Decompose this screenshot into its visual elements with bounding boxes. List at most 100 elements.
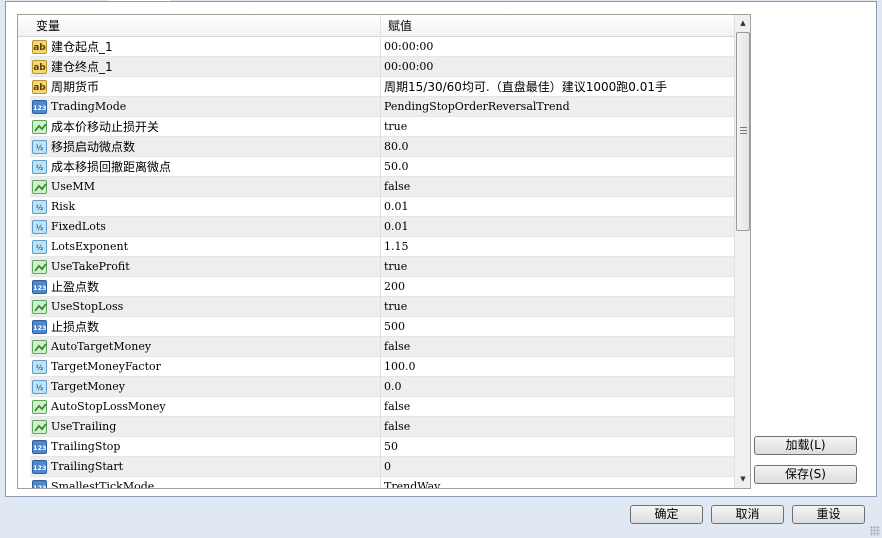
value-cell[interactable]: 00:00:00 [382, 57, 734, 77]
variable-name: 止损点数 [51, 320, 100, 334]
value-cell[interactable]: 0.01 [382, 217, 734, 237]
table-row[interactable]: AutoStopLossMoney false [30, 397, 734, 417]
variable-name: 建仓终点_1 [51, 60, 113, 74]
column-header-variable[interactable]: 变量 [30, 15, 381, 37]
table-row[interactable]: UseTrailing false [30, 417, 734, 437]
value-cell[interactable]: false [382, 177, 734, 197]
variable-cell: ½ 成本移损回撤距离微点 [30, 157, 381, 177]
variable-name: TrailingStop [51, 440, 121, 453]
table-row[interactable]: 成本价移动止损开关 true [30, 117, 734, 137]
variable-cell: ½ TargetMoneyFactor [30, 357, 381, 377]
variable-cell: ½ LotsExponent [30, 237, 381, 257]
integer-type-icon: 123 [32, 320, 47, 334]
variable-cell: ab 周期货币 [30, 77, 381, 97]
variable-name: UseTrailing [51, 420, 117, 433]
variable-name: FixedLots [51, 220, 106, 233]
boolean-type-icon [32, 400, 47, 414]
variable-name: UseMM [51, 180, 95, 193]
variable-name: 成本价移动止损开关 [51, 120, 160, 134]
variable-cell: ½ FixedLots [30, 217, 381, 237]
value-cell[interactable]: false [382, 417, 734, 437]
value-cell[interactable]: 周期15/30/60均可.（直盘最佳）建议1000跑0.01手 [382, 77, 734, 97]
value-cell[interactable]: 1.15 [382, 237, 734, 257]
table-row[interactable]: ½ FixedLots 0.01 [30, 217, 734, 237]
table-row[interactable]: ½ 成本移损回撤距离微点 50.0 [30, 157, 734, 177]
value-cell[interactable]: 500 [382, 317, 734, 337]
table-row[interactable]: 123 止损点数 500 [30, 317, 734, 337]
variable-name: SmallestTickMode [51, 480, 155, 489]
boolean-type-icon [32, 180, 47, 194]
boolean-type-icon [32, 300, 47, 314]
value-cell[interactable]: 100.0 [382, 357, 734, 377]
boolean-type-icon [32, 120, 47, 134]
table-row[interactable]: ½ LotsExponent 1.15 [30, 237, 734, 257]
value-cell[interactable]: 0.0 [382, 377, 734, 397]
table-row[interactable]: ½ 移损启动微点数 80.0 [30, 137, 734, 157]
table-row[interactable]: 123 TradingMode PendingStopOrderReversalTr… [30, 97, 734, 117]
reset-button[interactable]: 重设 [792, 505, 865, 524]
scrollbar-thumb[interactable] [736, 32, 750, 231]
value-cell[interactable]: 50 [382, 437, 734, 457]
table-row[interactable]: UseStopLoss true [30, 297, 734, 317]
inputs-panel: 变量 赋值 ab 建仓起点_1 00:00:00 ab 建仓终点_1 00:00:00 ab… [5, 1, 877, 497]
string-type-icon: ab [32, 80, 47, 94]
table-row[interactable]: ab 建仓终点_1 00:00:00 [30, 57, 734, 77]
table-row[interactable]: 123 SmallestTickMode TrendWay [30, 477, 734, 489]
variable-cell: 123 TrailingStart [30, 457, 381, 477]
value-cell[interactable]: false [382, 337, 734, 357]
scroll-down-arrow-icon[interactable]: ▼ [735, 471, 750, 488]
value-cell[interactable]: true [382, 257, 734, 277]
cancel-button[interactable]: 取消 [711, 505, 784, 524]
value-cell[interactable]: false [382, 397, 734, 417]
integer-type-icon: 123 [32, 460, 47, 474]
variable-cell: 123 SmallestTickMode [30, 477, 381, 489]
integer-type-icon: 123 [32, 440, 47, 454]
integer-type-icon: 123 [32, 100, 47, 114]
value-cell[interactable]: 50.0 [382, 157, 734, 177]
table-row[interactable]: 123 TrailingStop 50 [30, 437, 734, 457]
value-cell[interactable]: 200 [382, 277, 734, 297]
table-row[interactable]: AutoTargetMoney false [30, 337, 734, 357]
table-row[interactable]: ½ TargetMoney 0.0 [30, 377, 734, 397]
value-cell[interactable]: 00:00:00 [382, 37, 734, 57]
column-header-value[interactable]: 赋值 [382, 15, 734, 37]
table-row[interactable]: 123 TrailingStart 0 [30, 457, 734, 477]
table-row[interactable]: UseMM false [30, 177, 734, 197]
vertical-scrollbar[interactable]: ▲ ▼ [734, 15, 750, 488]
thumb-grip-icon [740, 127, 747, 134]
table-row[interactable]: ab 周期货币 周期15/30/60均可.（直盘最佳）建议1000跑0.01手 [30, 77, 734, 97]
table-row[interactable]: 123 止盈点数 200 [30, 277, 734, 297]
variable-name: LotsExponent [51, 240, 128, 253]
value-cell[interactable]: true [382, 117, 734, 137]
table-row[interactable]: ab 建仓起点_1 00:00:00 [30, 37, 734, 57]
double-type-icon: ½ [32, 220, 47, 234]
variable-name: TargetMoneyFactor [51, 360, 161, 373]
table-row[interactable]: UseTakeProfit true [30, 257, 734, 277]
save-button[interactable]: 保存(S) [754, 465, 857, 484]
variable-name: TradingMode [51, 100, 127, 113]
variable-name: Risk [51, 200, 76, 213]
boolean-type-icon [32, 420, 47, 434]
value-cell[interactable]: 0.01 [382, 197, 734, 217]
value-cell[interactable]: PendingStopOrderReversalTrend [382, 97, 734, 117]
variable-name: UseTakeProfit [51, 260, 130, 273]
value-cell[interactable]: 80.0 [382, 137, 734, 157]
variable-name: AutoTargetMoney [51, 340, 152, 353]
variable-cell: 123 TradingMode [30, 97, 381, 117]
value-cell[interactable]: true [382, 297, 734, 317]
table-row[interactable]: ½ TargetMoneyFactor 100.0 [30, 357, 734, 377]
variable-name: TargetMoney [51, 380, 125, 393]
table-row[interactable]: ½ Risk 0.01 [30, 197, 734, 217]
variable-cell: ½ Risk [30, 197, 381, 217]
ok-button[interactable]: 确定 [630, 505, 703, 524]
value-cell[interactable]: 0 [382, 457, 734, 477]
double-type-icon: ½ [32, 380, 47, 394]
load-button[interactable]: 加载(L) [754, 436, 857, 455]
resize-grip-icon[interactable] [870, 526, 880, 536]
variable-cell: ½ TargetMoney [30, 377, 381, 397]
variable-cell: ab 建仓起点_1 [30, 37, 381, 57]
value-cell[interactable]: TrendWay [382, 477, 734, 488]
scroll-up-arrow-icon[interactable]: ▲ [735, 15, 750, 32]
integer-type-icon: 123 [32, 480, 47, 488]
variable-name: 止盈点数 [51, 280, 100, 294]
